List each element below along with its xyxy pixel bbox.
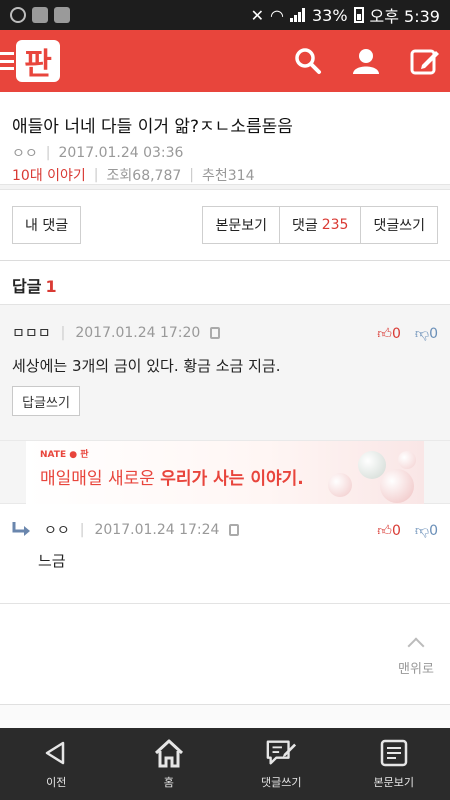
nav-back-label: 이전 (46, 776, 67, 789)
separator: | (189, 167, 194, 183)
thumbs-down-icon: 👎︎ (414, 522, 430, 539)
footer-divider (0, 704, 450, 728)
reply-button[interactable]: 답글쓰기 (12, 386, 80, 416)
downvote-count: 0 (429, 522, 438, 539)
separator: | (93, 167, 99, 183)
reply-arrow-icon (12, 522, 32, 538)
comment-author[interactable]: ㅁㅁㅁ (12, 323, 51, 343)
status-notification-icons (10, 7, 70, 23)
comment-write-icon (265, 738, 297, 768)
back-icon (40, 738, 72, 768)
notification-icon (10, 7, 26, 23)
nav-write-comment[interactable]: 댓글쓰기 (225, 728, 338, 800)
scroll-to-top-button[interactable]: 맨위로 (394, 636, 438, 680)
pearls-image (328, 451, 418, 505)
reply-title: 답글 (12, 277, 42, 296)
article-author[interactable]: ㅇㅇ (12, 143, 38, 163)
lock-icon (210, 327, 221, 339)
clock: 오후 5:39 (369, 7, 440, 26)
upvote-count: 0 (391, 522, 401, 539)
write-comment-button[interactable]: 댓글쓰기 (360, 206, 438, 244)
logo[interactable]: 판 (16, 40, 60, 82)
comment-text: 느금 (38, 552, 66, 570)
article-category[interactable]: 10대 이야기 (12, 165, 86, 185)
signal-icon (289, 8, 306, 22)
reply-section-header: 답글 1 (0, 260, 450, 304)
recommend-label: 추천 (202, 168, 228, 184)
search-icon[interactable] (294, 47, 322, 75)
article-title: 애들아 너네 다들 이거 앎?ㅈㄴ소름돋음 (12, 117, 293, 137)
article-date: 2017.01.24 03:36 (58, 145, 184, 161)
upvote-count: 0 (391, 325, 401, 342)
thumbs-down-icon: 👎︎ (414, 325, 430, 342)
upvote-button[interactable]: 👍︎0 (377, 522, 401, 539)
user-icon[interactable] (352, 47, 380, 75)
article-stats: 10대 이야기 | 조회68,787 | 추천314 (12, 165, 438, 185)
ad-banner[interactable]: NATE ● 판 매일매일 새로운 우리가 사는 이야기. (26, 441, 424, 505)
bottom-navigation: 이전 홈 댓글쓰기 본문보기 (0, 728, 450, 800)
view-post-button[interactable]: 본문보기 (202, 206, 279, 244)
lock-icon (229, 524, 240, 536)
nav-back[interactable]: 이전 (0, 728, 113, 800)
nav-home[interactable]: 홈 (113, 728, 226, 800)
downvote-button[interactable]: 👎︎0 (415, 522, 438, 539)
write-icon[interactable] (410, 47, 439, 75)
ad-text-normal: 매일매일 새로운 (40, 469, 161, 489)
separator: | (45, 145, 51, 161)
chevron-up-icon (407, 637, 425, 655)
downvote-button[interactable]: 👎︎0 (415, 325, 438, 342)
battery-icon (353, 7, 364, 23)
my-comments-button[interactable]: 내 댓글 (12, 206, 82, 244)
menu-icon[interactable] (0, 52, 14, 70)
article-recommend: 추천314 (202, 165, 255, 185)
article-meta: ㅇㅇ | 2017.01.24 03:36 (12, 143, 438, 163)
thumbs-up-icon: 👍︎ (377, 325, 392, 342)
nav-view-post[interactable]: 본문보기 (338, 728, 450, 800)
upvote-button[interactable]: 👍︎0 (377, 325, 401, 342)
battery-percent: 33% (311, 5, 348, 25)
views-label: 조회 (106, 168, 133, 184)
article-views: 조회68,787 (107, 165, 182, 185)
status-system-icons: ✕ ◠ 33% 오후 5:39 (251, 3, 440, 27)
comment-actions: 내 댓글 본문보기 댓글 235 댓글쓰기 (0, 190, 450, 260)
comment-author[interactable]: ㅇㅇ (44, 520, 70, 540)
comment-date: 2017.01.24 17:24 (94, 522, 220, 538)
action-button-group: 본문보기 댓글 235 댓글쓰기 (202, 206, 438, 244)
ad-container: NATE ● 판 매일매일 새로운 우리가 사는 이야기. (0, 440, 450, 505)
home-icon (153, 738, 185, 768)
mute-icon: ✕ (250, 5, 264, 25)
app-header: 판 (0, 30, 450, 92)
nav-view-post-label: 본문보기 (373, 776, 414, 789)
comment-text: 세상에는 3개의 금이 있다. 황금 소금 지금. (12, 357, 281, 375)
reply-item: ㅇㅇ | 2017.01.24 17:24 👍︎0 👎︎0 느금 (0, 504, 450, 604)
views-count: 68,787 (132, 168, 182, 184)
comment-date: 2017.01.24 17:20 (75, 325, 201, 341)
recommend-count: 314 (227, 168, 255, 184)
comments-label: 댓글 (291, 218, 318, 234)
reply-count: 1 (45, 277, 57, 296)
ad-text-bold: 우리가 사는 이야기. (160, 469, 304, 489)
wifi-icon: ◠ (270, 5, 284, 25)
comments-button[interactable]: 댓글 235 (278, 206, 361, 244)
document-icon (378, 738, 410, 768)
separator: | (60, 325, 66, 341)
comment-item: ㅁㅁㅁ | 2017.01.24 17:20 👍︎0 👎︎0 세상에는 3개의 … (0, 304, 450, 440)
checklist-icon (54, 7, 70, 23)
status-bar: ✕ ◠ 33% 오후 5:39 (0, 0, 450, 30)
scroll-to-top-label: 맨위로 (398, 662, 434, 677)
separator: | (79, 522, 85, 538)
nav-write-comment-label: 댓글쓰기 (261, 776, 302, 789)
thumbs-up-icon: 👍︎ (377, 522, 392, 539)
comments-count: 235 (321, 217, 349, 233)
downvote-count: 0 (429, 325, 438, 342)
article-header: 애들아 너네 다들 이거 앎?ㅈㄴ소름돋음 ㅇㅇ | 2017.01.24 03… (0, 92, 450, 184)
calendar-icon (32, 7, 48, 23)
nav-home-label: 홈 (163, 776, 174, 789)
